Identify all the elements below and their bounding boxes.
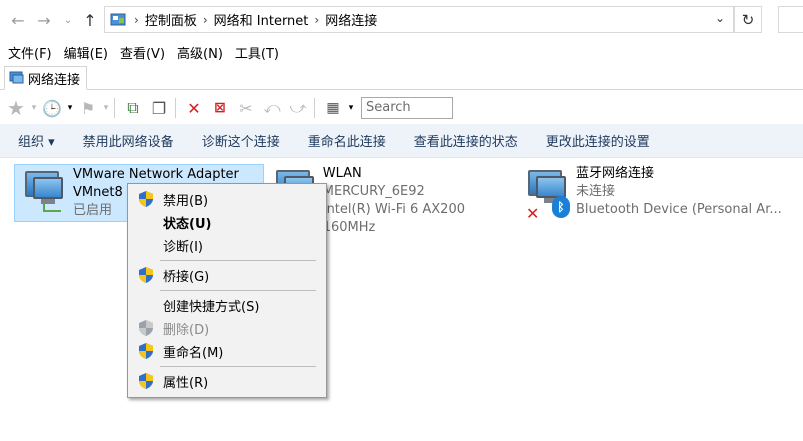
item-name: 蓝牙网络连接 <box>576 166 655 181</box>
item-name: WLAN <box>322 166 362 181</box>
command-bar: 组织 ▾ 禁用此网络设备 诊断这个连接 重命名此连接 查看此连接的状态 更改此连… <box>0 124 803 158</box>
change-settings-button[interactable]: 更改此连接的设置 <box>532 131 664 150</box>
delete-window-icon[interactable]: ⊠ <box>208 96 232 120</box>
disable-device-button[interactable]: 禁用此网络设备 <box>69 131 188 150</box>
organize-button[interactable]: 组织 ▾ <box>0 131 69 150</box>
breadcrumb-network-internet[interactable]: 网络和 Internet <box>214 10 309 29</box>
uac-shield-icon <box>139 320 153 336</box>
ctx-rename-label: 重命名(M) <box>163 346 224 361</box>
toolbar-separator <box>175 98 176 118</box>
diagnose-button[interactable]: 诊断这个连接 <box>188 131 294 150</box>
disconnect-icon[interactable]: ✂ <box>234 96 258 120</box>
menu-separator <box>160 366 316 367</box>
copy-to-icon[interactable]: ❐ <box>147 96 171 120</box>
uac-shield-icon <box>139 373 153 389</box>
tab-label: 网络连接 <box>28 72 81 88</box>
undo-icon[interactable]: ⤺ <box>260 96 284 120</box>
ctx-diagnose-label: 诊断(I) <box>163 240 203 255</box>
breadcrumb-chevron-icon: › <box>314 12 320 27</box>
item-name: VMware Network Adapter <box>73 167 239 182</box>
refresh-icon[interactable]: ↻ <box>734 6 762 33</box>
menu-view[interactable]: 查看(V) <box>116 44 169 66</box>
menu-tools[interactable]: 工具(T) <box>231 44 283 66</box>
flag-dropdown-icon[interactable]: ▾ <box>102 96 110 120</box>
menu-separator <box>160 290 316 291</box>
toolbar: ★ ▾ 🕒 ▾ ⚑ ▾ ⧉ ❐ ✕ ⊠ ✂ ⤺ ⤻ ▦ ▾ Search <box>0 92 803 124</box>
search-box[interactable] <box>778 6 803 33</box>
address-dropdown-icon[interactable]: ⌄ <box>715 11 725 25</box>
uac-shield-icon <box>139 343 153 359</box>
breadcrumb-chevron-icon: › <box>134 12 139 27</box>
breadcrumb-chevron-icon: › <box>202 12 208 27</box>
menu-edit[interactable]: 编辑(E) <box>60 44 112 66</box>
view-dropdown-icon[interactable]: ▾ <box>347 96 355 120</box>
recent-locations-chevron-icon[interactable]: ⌄ <box>58 10 78 30</box>
ctx-delete-label: 删除(D) <box>163 323 210 338</box>
bluetooth-adapter-icon: ✕ ᛒ <box>526 168 570 223</box>
menu-file[interactable]: 文件(F) <box>4 44 56 66</box>
ctx-shortcut-label: 创建快捷方式(S) <box>163 300 260 315</box>
context-menu: 禁用(B) 状态(U) 诊断(I) 桥接(G) 创建快捷方式(S) 删除(D) … <box>127 183 327 398</box>
disconnected-x-icon: ✕ <box>526 204 540 223</box>
uac-shield-icon <box>139 191 153 207</box>
ctx-bridge-label: 桥接(G) <box>163 270 210 285</box>
ctx-diagnose[interactable]: 诊断(I) <box>130 234 324 257</box>
delete-x-icon[interactable]: ✕ <box>182 96 206 120</box>
ctx-disable-label: 禁用(B) <box>163 194 209 209</box>
item-ssid: MERCURY_6E92 <box>322 184 425 199</box>
view-options-icon[interactable]: ▦ <box>321 96 345 120</box>
favorites-star-icon[interactable]: ★ <box>4 96 28 120</box>
history-clock-icon[interactable]: 🕒 <box>40 96 64 120</box>
breadcrumb-network-connections[interactable]: 网络连接 <box>325 10 377 29</box>
toolbar-separator <box>114 98 115 118</box>
address-row: ← → ⌄ ↑ › 控制面板 › 网络和 Internet › 网络连接 ⌄ ↻ <box>0 0 803 40</box>
network-item-bluetooth[interactable]: ✕ ᛒ 蓝牙网络连接 未连接 Bluetooth Device (Persona… <box>518 164 788 223</box>
ctx-create-shortcut[interactable]: 创建快捷方式(S) <box>130 294 324 317</box>
uac-shield-icon <box>139 267 153 283</box>
menu-bar: 文件(F) 编辑(E) 查看(V) 高级(N) 工具(T) <box>0 44 283 66</box>
menu-separator <box>160 260 316 261</box>
tab-network-connections[interactable]: 网络连接 <box>4 66 88 90</box>
address-bar[interactable]: › 控制面板 › 网络和 Internet › 网络连接 ⌄ <box>104 6 734 33</box>
ctx-delete[interactable]: 删除(D) <box>130 317 324 340</box>
view-status-button[interactable]: 查看此连接的状态 <box>400 131 532 150</box>
windows-flag-icon[interactable]: ⚑ <box>76 96 100 120</box>
control-panel-icon <box>110 12 128 28</box>
ctx-properties-label: 属性(R) <box>163 376 209 391</box>
tab-row: 网络连接 <box>0 66 803 90</box>
ctx-status[interactable]: 状态(U) <box>130 211 324 234</box>
network-folder-icon <box>9 71 24 84</box>
favorites-dropdown-icon[interactable]: ▾ <box>30 96 38 120</box>
network-adapter-icon <box>23 169 67 219</box>
rename-button[interactable]: 重命名此连接 <box>294 131 400 150</box>
bluetooth-icon: ᛒ <box>552 196 570 218</box>
item-device: Bluetooth Device (Personal Ar... <box>576 202 782 217</box>
move-to-icon[interactable]: ⧉ <box>121 96 145 120</box>
up-arrow-icon[interactable]: ↑ <box>80 10 100 30</box>
ctx-disable[interactable]: 禁用(B) <box>130 188 324 211</box>
ctx-properties[interactable]: 属性(R) <box>130 370 324 393</box>
ctx-bridge[interactable]: 桥接(G) <box>130 264 324 287</box>
toolbar-search-input[interactable]: Search <box>361 97 453 119</box>
back-arrow-icon[interactable]: ← <box>8 10 28 30</box>
menu-advanced[interactable]: 高级(N) <box>173 44 227 66</box>
history-dropdown-icon[interactable]: ▾ <box>66 96 74 120</box>
item-device: Intel(R) Wi-Fi 6 AX200 160MHz <box>322 202 465 235</box>
toolbar-separator <box>314 98 315 118</box>
breadcrumb-control-panel[interactable]: 控制面板 <box>145 10 197 29</box>
forward-arrow-icon[interactable]: → <box>34 10 54 30</box>
redo-icon[interactable]: ⤻ <box>286 96 310 120</box>
item-status: 未连接 <box>576 184 616 199</box>
ctx-status-label: 状态(U) <box>163 217 212 232</box>
ctx-rename[interactable]: 重命名(M) <box>130 340 324 363</box>
